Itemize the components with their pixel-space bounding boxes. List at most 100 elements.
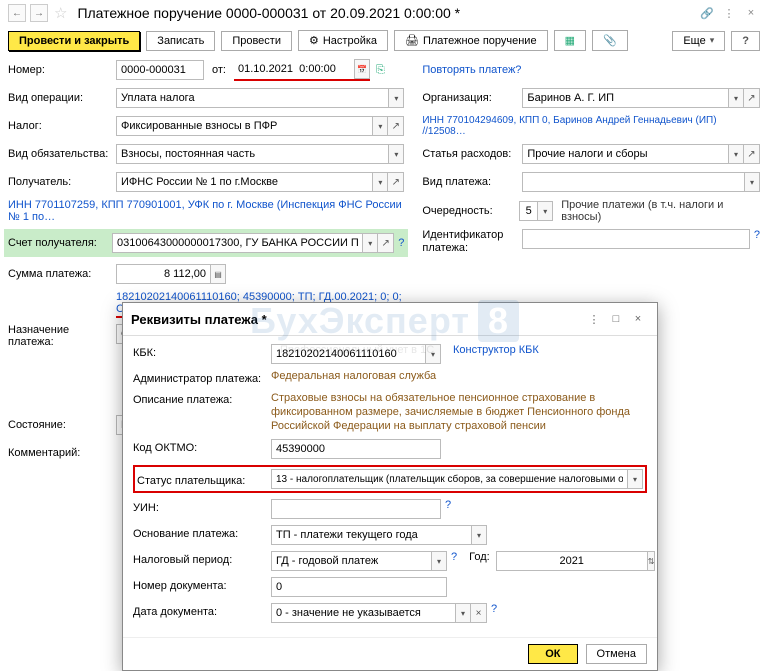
kbk-dd[interactable]: ▾	[425, 344, 441, 364]
org-open-icon[interactable]: ↗	[744, 88, 760, 108]
tax-open-icon[interactable]: ↗	[388, 116, 404, 136]
org-input[interactable]	[522, 88, 728, 108]
basis-label: Основание платежа:	[133, 525, 271, 540]
basis-dd[interactable]: ▾	[471, 525, 487, 545]
favorite-star-icon[interactable]: ☆	[54, 4, 67, 22]
payer-inn-link[interactable]: ИНН 770104294609, КПП 0, Баринов Андрей …	[422, 115, 760, 137]
acct-open-icon[interactable]: ↗	[378, 233, 394, 253]
save-button[interactable]: Записать	[146, 31, 215, 51]
sum-calc-icon[interactable]: ▤	[210, 264, 226, 284]
date-input[interactable]	[234, 59, 354, 79]
uin-input[interactable]	[271, 499, 441, 519]
acct-dd[interactable]: ▾	[362, 233, 378, 253]
modal-ok-button[interactable]: ОК	[528, 644, 577, 664]
paytype-input[interactable]	[522, 172, 744, 192]
date-label: от:	[212, 64, 226, 76]
period-label: Налоговый период:	[133, 551, 271, 566]
purpose-label: Назначение платежа:	[8, 324, 116, 348]
year-spin-icon[interactable]: ⇅	[647, 551, 656, 571]
recv-dd[interactable]: ▾	[372, 172, 388, 192]
expitem-dd[interactable]: ▾	[728, 144, 744, 164]
period-input[interactable]	[271, 551, 431, 571]
docdate-input[interactable]	[271, 603, 455, 623]
modal-kebab-icon[interactable]: ⋮	[583, 309, 605, 329]
payid-help-icon[interactable]: ?	[754, 229, 760, 241]
nav-fwd[interactable]: →	[30, 4, 48, 22]
nav-back[interactable]: ←	[8, 4, 26, 22]
number-label: Номер:	[8, 64, 116, 76]
status-dd[interactable]: ▾	[627, 469, 643, 489]
uin-label: УИН:	[133, 499, 271, 514]
desc-value: Страховые взносы на обязательное пенсион…	[271, 391, 647, 433]
payment-details-modal: Реквизиты платежа * ⋮ □ × КБК: ▾ Констру…	[122, 302, 658, 671]
expitem-open-icon[interactable]: ↗	[744, 144, 760, 164]
oblig-input[interactable]	[116, 144, 388, 164]
kebab-icon[interactable]: ⋮	[720, 4, 738, 22]
expitem-label: Статья расходов:	[422, 148, 522, 160]
post-and-close-button[interactable]: Провести и закрыть	[8, 31, 140, 51]
expitem-input[interactable]	[522, 144, 728, 164]
more-button[interactable]: Еще	[672, 31, 725, 51]
admin-value: Федеральная налоговая служба	[271, 370, 436, 382]
status-input[interactable]	[271, 469, 627, 489]
optype-input[interactable]	[116, 88, 388, 108]
oblig-label: Вид обязательства:	[8, 148, 116, 160]
comment-label: Комментарий:	[8, 447, 116, 459]
tax-input[interactable]	[116, 116, 372, 136]
order-input[interactable]	[519, 201, 537, 221]
docdate-dd[interactable]: ▾	[455, 603, 471, 623]
paytype-dd[interactable]: ▾	[744, 172, 760, 192]
oblig-dd[interactable]: ▾	[388, 144, 404, 164]
uin-help-icon[interactable]: ?	[445, 499, 451, 511]
post-button[interactable]: Провести	[221, 31, 292, 51]
optype-dd[interactable]: ▾	[388, 88, 404, 108]
sum-label: Сумма платежа:	[8, 268, 116, 280]
sum-input[interactable]	[116, 264, 210, 284]
recv-input[interactable]	[116, 172, 372, 192]
modal-title: Реквизиты платежа *	[131, 312, 583, 327]
tax-dd[interactable]: ▾	[372, 116, 388, 136]
acct-input[interactable]	[112, 233, 362, 253]
kbk-input[interactable]	[271, 344, 425, 364]
docdate-label: Дата документа:	[133, 603, 271, 618]
structure-button[interactable]	[554, 30, 586, 51]
date-calendar-icon[interactable]: 📅	[354, 59, 370, 79]
modal-cancel-button[interactable]: Отмена	[586, 644, 647, 664]
docdate-clear-icon[interactable]: ×	[471, 603, 487, 623]
desc-label: Описание платежа:	[133, 391, 271, 406]
date-extra-icon[interactable]: ⎘	[376, 64, 385, 77]
print-button[interactable]: Платежное поручение	[394, 30, 548, 51]
docnum-label: Номер документа:	[133, 577, 271, 592]
number-input[interactable]	[116, 60, 204, 80]
gear-icon	[309, 34, 319, 47]
recv-details-link[interactable]: ИНН 7701107259, КПП 770901001, УФК по г.…	[8, 199, 404, 223]
payid-input[interactable]	[522, 229, 750, 249]
year-input[interactable]	[496, 551, 647, 571]
oktmo-input[interactable]	[271, 439, 441, 459]
help-icon	[742, 35, 749, 47]
status-label: Статус плательщика:	[137, 472, 271, 487]
print-icon	[405, 34, 419, 47]
recv-open-icon[interactable]: ↗	[388, 172, 404, 192]
modal-restore-icon[interactable]: □	[605, 309, 627, 329]
link-icon[interactable]: 🔗	[698, 4, 716, 22]
org-dd[interactable]: ▾	[728, 88, 744, 108]
repeat-payment-link[interactable]: Повторять платеж?	[422, 64, 521, 76]
recv-label: Получатель:	[8, 176, 116, 188]
kbk-constructor-link[interactable]: Конструктор КБК	[453, 344, 539, 356]
order-dd[interactable]: ▾	[537, 201, 553, 221]
help-button[interactable]	[731, 31, 760, 51]
setup-button[interactable]: Настройка	[298, 30, 388, 51]
period-dd[interactable]: ▾	[431, 551, 447, 571]
attach-button[interactable]	[592, 30, 628, 51]
state-label: Состояние:	[8, 419, 116, 431]
close-window-icon[interactable]: ×	[742, 4, 760, 22]
modal-close-icon[interactable]: ×	[627, 309, 649, 329]
period-help-icon[interactable]: ?	[451, 551, 457, 563]
docnum-input[interactable]	[271, 577, 447, 597]
order-note: Прочие платежи (в т.ч. налоги и взносы)	[561, 199, 760, 223]
docdate-help-icon[interactable]: ?	[491, 603, 497, 615]
basis-input[interactable]	[271, 525, 471, 545]
acct-help-icon[interactable]: ?	[398, 237, 404, 249]
year-label: Год:	[469, 551, 490, 563]
